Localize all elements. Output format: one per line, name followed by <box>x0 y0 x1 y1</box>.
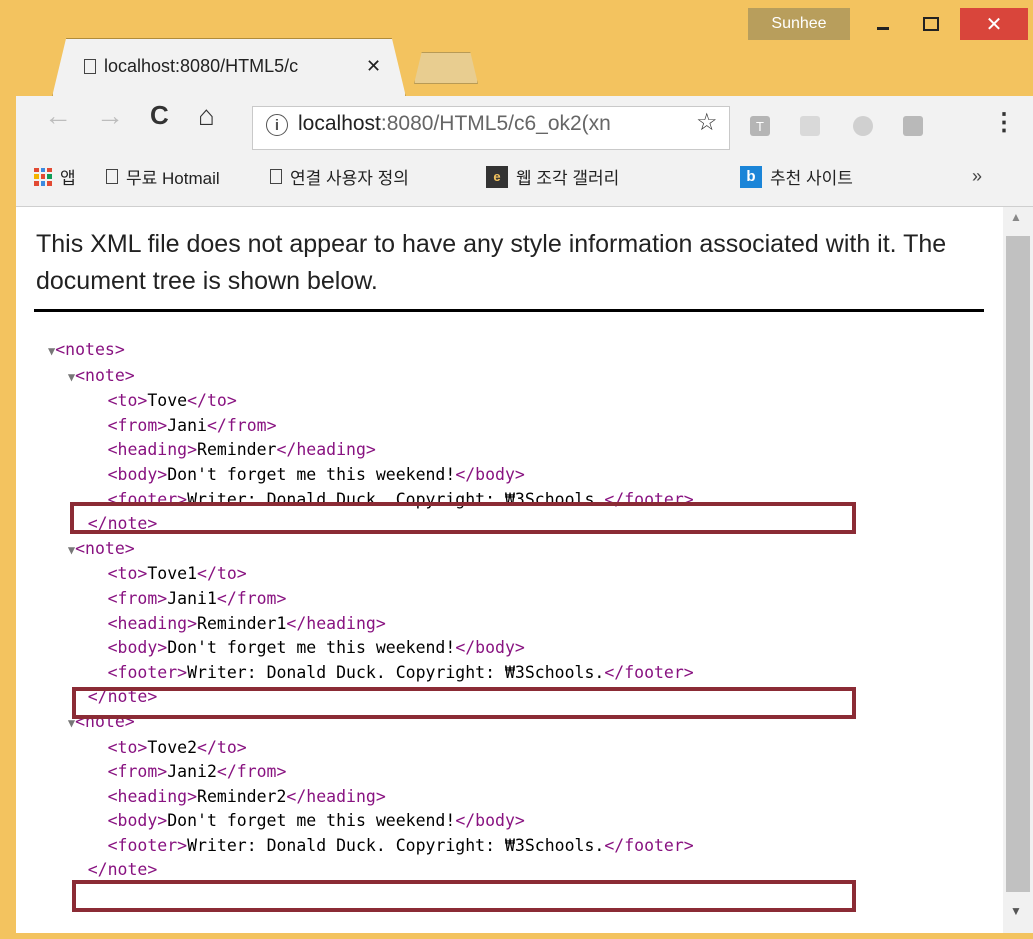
page-icon <box>84 59 96 74</box>
xml-tag: </body> <box>455 638 525 658</box>
forward-button[interactable]: → <box>96 100 124 132</box>
bing-icon: b <box>740 165 762 188</box>
page-icon <box>106 169 118 184</box>
xml-tag: <from> <box>107 415 168 435</box>
tab-label-group[interactable]: localhost:8080/HTML5/c <box>84 56 352 77</box>
scroll-down-icon[interactable]: ▼ <box>1010 904 1022 918</box>
extension-upload-icon[interactable] <box>903 116 923 136</box>
xml-tag: <to> <box>107 737 148 757</box>
bookmark-star-icon[interactable]: ☆ <box>696 108 718 137</box>
xml-tag: </note> <box>87 860 158 880</box>
xml-tag: </heading> <box>286 786 386 806</box>
xml-text: Reminder2 <box>197 786 287 806</box>
page-icon <box>270 169 282 184</box>
extension-search-icon[interactable] <box>800 116 820 136</box>
minimize-button[interactable] <box>860 8 906 40</box>
xml-tag: </from> <box>216 762 287 782</box>
bookmark-apps[interactable]: 앱 <box>34 164 76 189</box>
xml-text: Writer: Donald Duck. Copyright: ₩3School… <box>187 835 605 855</box>
tab-close-button[interactable]: ✕ <box>366 56 381 77</box>
info-icon[interactable]: i <box>266 114 288 136</box>
xml-text: Tove2 <box>147 737 198 757</box>
xml-tag: </to> <box>197 564 247 584</box>
xml-tag: <footer> <box>107 662 188 682</box>
bookmark-apps-label: 앱 <box>60 169 76 188</box>
bookmark-gallery[interactable]: e 웹 조각 갤러리 <box>486 164 619 189</box>
xml-tag: <from> <box>107 588 168 608</box>
divider <box>34 309 984 312</box>
xml-text: Don't forget me this weekend! <box>167 638 456 658</box>
xml-text: Reminder1 <box>197 613 287 633</box>
extension-t-icon[interactable]: T <box>750 116 770 136</box>
xml-style-notice: This XML file does not appear to have an… <box>36 230 947 295</box>
bookmark-custom[interactable]: 연결 사용자 정의 <box>270 164 409 189</box>
highlight-box <box>72 687 856 719</box>
xml-text: Jani <box>167 415 207 435</box>
user-badge[interactable]: Sunhee <box>748 8 850 40</box>
xml-tag: <note> <box>75 365 135 385</box>
bookmark-gallery-label: 웹 조각 갤러리 <box>516 169 620 188</box>
xml-tag: <body> <box>107 464 168 484</box>
maximize-icon <box>923 17 939 31</box>
xml-tag: <heading> <box>107 786 198 806</box>
xml-text: Tove <box>147 391 188 411</box>
xml-tag: </from> <box>206 415 277 435</box>
close-window-button[interactable]: ✕ <box>960 8 1028 40</box>
xml-tag: <note> <box>75 538 135 558</box>
xml-tag: <body> <box>107 811 168 831</box>
back-button[interactable]: ← <box>44 100 72 132</box>
xml-tag: </body> <box>455 811 525 831</box>
home-button[interactable]: ⌂ <box>198 100 215 132</box>
xml-text: Tove1 <box>147 564 198 584</box>
url-text[interactable]: localhost:8080/HTML5/c6_ok2(xn <box>298 112 678 136</box>
xml-tag: <to> <box>107 391 148 411</box>
xml-text: Jani1 <box>167 588 217 608</box>
scrollbar-thumb[interactable] <box>1006 236 1030 892</box>
bookmark-recommended[interactable]: b 추천 사이트 <box>740 164 853 189</box>
tab-title: localhost:8080/HTML5/c <box>104 56 299 76</box>
minimize-icon <box>877 26 889 30</box>
maximize-button[interactable] <box>908 8 954 40</box>
xml-tag: </footer> <box>604 835 694 855</box>
xml-tag: </to> <box>187 391 237 411</box>
xml-tag: <heading> <box>107 440 198 460</box>
xml-tag: </from> <box>216 588 287 608</box>
xml-tag: <body> <box>107 638 168 658</box>
xml-tag: </body> <box>455 464 525 484</box>
bookmark-hotmail[interactable]: 무료 Hotmail <box>106 164 220 189</box>
bookmark-custom-label: 연결 사용자 정의 <box>290 169 409 188</box>
xml-tag: <to> <box>107 564 148 584</box>
new-tab-button[interactable] <box>414 52 478 84</box>
reload-button[interactable]: C <box>150 100 169 131</box>
bookmark-recommended-label: 추천 사이트 <box>770 169 853 188</box>
bookmark-hotmail-label: 무료 Hotmail <box>126 169 220 188</box>
scroll-up-icon[interactable]: ▲ <box>1010 210 1022 224</box>
highlight-box <box>70 502 856 534</box>
xml-text: Don't forget me this weekend! <box>167 464 456 484</box>
xml-tag: </heading> <box>286 613 386 633</box>
xml-tag: <from> <box>107 762 168 782</box>
url-host: localhost <box>298 112 381 135</box>
xml-tag: </footer> <box>604 662 694 682</box>
xml-text: Jani2 <box>167 762 217 782</box>
apps-grid-icon <box>34 167 52 186</box>
xml-tree: ▼<notes> ▼<note> <to>Tove</to> <from>Jan… <box>48 338 694 883</box>
xml-text: Reminder <box>197 440 277 460</box>
url-path: :8080/HTML5/c6_ok2(xn <box>380 112 611 135</box>
xml-tag: <notes> <box>55 340 125 359</box>
highlight-box <box>72 880 856 912</box>
bookmarks-more-button[interactable]: » <box>972 166 982 187</box>
xml-tag: <heading> <box>107 613 198 633</box>
xml-text: Writer: Donald Duck. Copyright: ₩3School… <box>187 662 605 682</box>
ie-icon: e <box>486 165 508 188</box>
xml-text: Don't forget me this weekend! <box>167 811 456 831</box>
xml-tag: </to> <box>197 737 247 757</box>
extension-opera-icon[interactable] <box>853 116 873 136</box>
xml-tag: </heading> <box>276 440 376 460</box>
xml-tag: <footer> <box>107 835 188 855</box>
menu-icon[interactable]: ⋮ <box>992 108 1016 137</box>
